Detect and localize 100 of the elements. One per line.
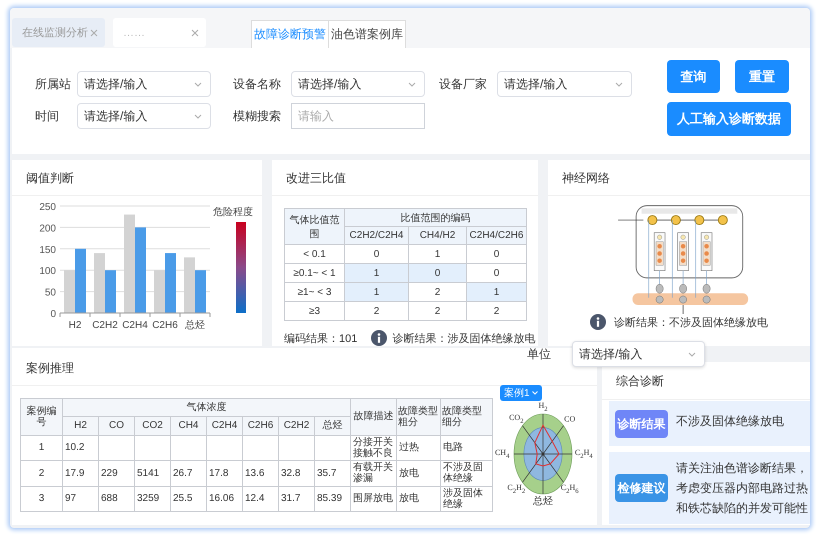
select-field[interactable]: 请选择/输入 [497,71,632,97]
tab[interactable]: …… [113,18,206,47]
column-header: 故障类型粗分 [396,398,440,436]
column-header: CO2 [134,416,170,436]
column-header: CO [98,416,134,436]
table-cell: ≥3 [284,302,344,320]
field-label: 设备厂家 [439,76,488,92]
table-cell: 688 [98,486,134,512]
result-label: 诊断结果 [615,410,668,438]
table-cell: 3 [20,486,62,512]
action-button[interactable]: 重置 [735,60,789,93]
table-cell: 不涉及固体绝缘 [440,460,492,486]
tab[interactable]: 在线监测分析 [12,18,105,47]
axis-label: 总烃 [533,494,553,508]
diagnosis-result: 诊断结果：涉及固体绝缘放电 [392,332,536,346]
table-cell: 85.39 [314,486,350,512]
table-cell: 31.7 [278,486,314,512]
axis-label: CO [564,414,576,424]
chevron-icon [688,352,696,356]
axis-label: CO$_{2}$ [509,412,524,424]
action-button[interactable]: 查询 [667,60,720,93]
table-cell: 过热 [396,435,440,461]
column-header: 气体比值范围 [284,208,344,244]
column-header: CH4 [170,416,206,436]
tab[interactable]: 故障诊断预警 [252,21,328,48]
column-header: C2H2 [278,416,314,436]
table-cell: ≥0.1~ < 1 [284,264,344,282]
table-cell: 2 [20,460,62,486]
advice-text: 请关注油色谱诊断结果，考虑变压器内部电路过热和铁芯缺陷的并发可能性 [676,460,808,517]
table-cell: 12.4 [242,486,278,512]
column-header: H2 [62,416,98,436]
close-icon[interactable] [90,28,98,36]
table-cell: 涉及固体绝缘 [440,486,492,512]
diagnosis-result: 诊断结果：不涉及固体绝缘放电 [614,316,768,330]
code-result: 编码结果：101 [284,332,358,346]
field-label: 时间 [35,108,60,124]
table-cell: 16.06 [206,486,242,512]
result-text: 不涉及固体绝缘放电 [676,412,785,430]
axis-label: C$_{2}$H$_{6}$ [560,484,579,496]
chart-bar [195,270,206,313]
y-axis-label: 250 [39,202,56,213]
table-cell: 25.5 [170,486,206,512]
table-cell: 电路 [440,435,492,461]
panel-title: 神经网络 [548,160,810,196]
axis-label: C$_{2}$H$_{4}$ [574,448,593,460]
table-cell: 32.8 [278,460,314,486]
x-axis-label: H2 [68,320,82,331]
table-cell: 1 [344,282,408,302]
table-cell: 0 [466,244,527,264]
table-cell: 2 [344,302,408,320]
panel-title: 阈值判断 [12,160,262,196]
column-header: C2H4/C2H6 [466,226,527,244]
select-field[interactable]: 请选择/输入 [77,71,211,97]
axis-label: CH$_{4}$ [494,448,510,460]
y-axis-label: 50 [44,288,56,299]
table-cell: 229 [98,460,134,486]
column-header: 比值范围的编码 [344,208,527,226]
axis-label: H$_{2}$ [538,401,548,413]
table-cell: 放电 [396,486,440,512]
table-cell: 10.2 [62,435,98,461]
select-field[interactable]: 请选择/输入 [572,341,705,367]
column-header: 故障类型细分 [440,398,492,436]
table-cell: 有载开关渗漏 [350,460,396,486]
advice-label: 检修建议 [615,474,668,502]
caret-icon [532,391,538,395]
search-field[interactable]: 请输入 [291,103,425,129]
x-axis-label: 总烃 [185,320,205,331]
table-cell: 3259 [134,486,170,512]
close-icon[interactable] [191,28,199,36]
table-cell: 1 [344,264,408,282]
table-cell: 围屏放电 [350,486,396,512]
case-selector[interactable]: 案例1 [500,385,542,401]
table-cell: 17.8 [206,460,242,486]
column-header: C2H4 [206,416,242,436]
table-cell: 0 [408,264,466,282]
column-header: CH4/H2 [408,226,466,244]
chart-bar [165,253,176,313]
chevron-icon [408,82,416,86]
field-label: 所属站 [35,76,72,92]
manual-input-button[interactable]: 人工输入诊断数据 [667,102,791,136]
y-axis-label: 200 [39,223,56,234]
y-axis-label: 0 [50,309,56,320]
select-field[interactable]: 请选择/输入 [77,103,211,129]
column-header: C2H6 [242,416,278,436]
table-cell: 分接开关接触不良 [350,435,396,461]
table-cell: 放电 [396,460,440,486]
table-cell: 97 [62,486,98,512]
x-axis-label: C2H2 [92,320,118,331]
table-cell: 26.7 [170,460,206,486]
chevron-icon [194,114,202,118]
table-cell: 1 [466,282,527,302]
table-cell: < 0.1 [284,244,344,264]
column-header: C2H2/C2H4 [344,226,408,244]
x-axis-label: C2H4 [122,320,148,331]
table-cell: 1 [20,435,62,461]
table-cell: 5141 [134,460,170,486]
column-header: 案例编号 [20,398,62,436]
select-field[interactable]: 请选择/输入 [291,71,425,97]
y-axis-label: 100 [39,266,56,278]
table-cell: 35.7 [314,460,350,486]
